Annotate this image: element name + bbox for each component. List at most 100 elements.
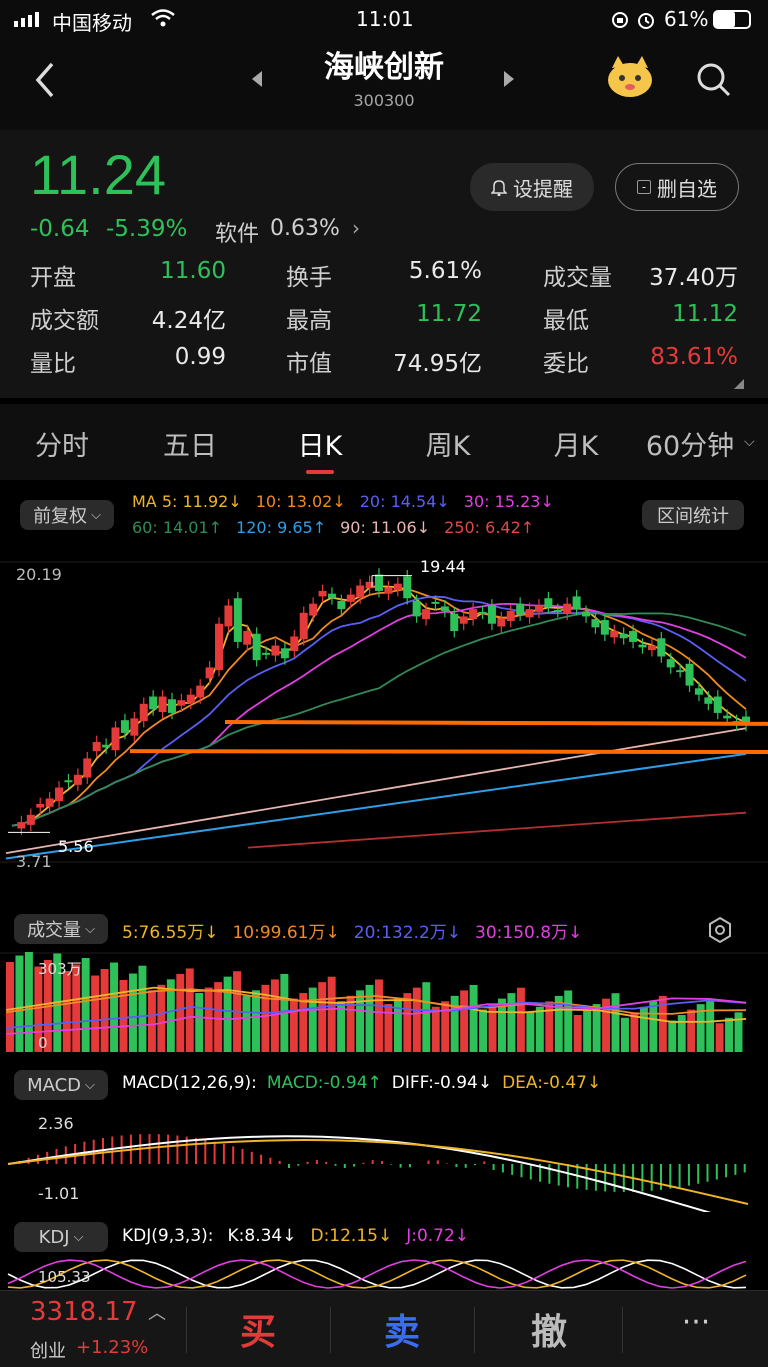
- axis-low-label: 3.71: [16, 852, 52, 871]
- legend-item: 30: 15.23↓: [463, 492, 554, 511]
- ma-line: [11, 612, 747, 827]
- divider: [622, 1307, 623, 1353]
- volume-dropdown[interactable]: 成交量 ⌵: [14, 914, 108, 944]
- candle-body: [196, 685, 205, 698]
- legend-item: KDJ(9,3,3):: [122, 1226, 214, 1246]
- stat-value: 4.24亿: [151, 308, 226, 334]
- volume-plot[interactable]: [0, 952, 768, 1058]
- volume-bar: [147, 990, 156, 1052]
- chevron-down-icon[interactable]: ⌵: [744, 434, 755, 450]
- volume-bar: [100, 969, 109, 1052]
- adjust-dropdown[interactable]: 前复权 ⌵: [20, 500, 114, 530]
- volume-bar: [649, 1001, 658, 1052]
- mascot-icon[interactable]: [604, 54, 656, 100]
- candle-body: [290, 636, 299, 652]
- tab-5[interactable]: 60分钟: [630, 424, 750, 463]
- kdj-axis-top: 105.33: [38, 1268, 91, 1286]
- bell-icon: [491, 180, 507, 196]
- macd-plot[interactable]: [0, 1106, 768, 1212]
- kdj-line: [7, 1259, 747, 1289]
- legend-item: DIFF:-0.94↓: [391, 1073, 493, 1093]
- tab-4[interactable]: 月K: [516, 424, 636, 463]
- candle-body: [262, 652, 271, 655]
- kline-chart: 前复权 ⌵ MA 5: 11.92↓ 10: 13.02↓ 20: 14.54↓ 30:…: [0, 482, 768, 902]
- candle-body: [139, 703, 148, 722]
- search-icon[interactable]: [694, 60, 734, 100]
- set-alert-button[interactable]: 设提醒: [470, 163, 594, 211]
- tab-3[interactable]: 周K: [388, 424, 508, 463]
- volume-bar: [157, 984, 166, 1052]
- volume-bar: [375, 979, 383, 1052]
- candle-body: [487, 605, 496, 624]
- buy-button[interactable]: 买: [188, 1303, 328, 1355]
- candle-body: [553, 610, 562, 613]
- volume-bar: [611, 993, 620, 1052]
- volume-bar: [214, 982, 223, 1052]
- volume-bar: [441, 1001, 450, 1052]
- sector-percent[interactable]: 0.63%: [270, 216, 340, 241]
- kdj-dropdown[interactable]: KDJ ⌵: [14, 1222, 108, 1252]
- candle-body: [713, 696, 722, 713]
- range-stats-button[interactable]: 区间统计: [642, 500, 744, 530]
- more-button[interactable]: ···: [624, 1305, 768, 1340]
- kdj-line: [7, 1259, 747, 1289]
- volume-bar: [715, 1023, 724, 1052]
- candle-body: [450, 613, 459, 631]
- chevron-left-icon[interactable]: [32, 60, 58, 100]
- remove-watchlist-button[interactable]: - 删自选: [615, 163, 739, 211]
- kdj-label: KDJ: [38, 1226, 70, 1248]
- macd-dropdown[interactable]: MACD ⌵: [14, 1070, 108, 1100]
- stat-value: 11.60: [160, 258, 226, 284]
- volume-bar: [516, 987, 525, 1052]
- volume-bar: [6, 962, 14, 1052]
- price-change-percent: -5.39%: [106, 216, 188, 242]
- candle-body: [318, 590, 327, 597]
- expand-corner-icon[interactable]: [734, 379, 744, 389]
- candle-body: [534, 605, 543, 612]
- signal-icon: [14, 12, 39, 27]
- sector-name[interactable]: 软件: [215, 216, 259, 248]
- candle-body: [271, 645, 280, 656]
- candle-body: [327, 593, 336, 599]
- volume-bar: [24, 952, 33, 1052]
- gear-icon[interactable]: [706, 916, 734, 944]
- trough-label: 5.56: [58, 837, 94, 856]
- candle-body: [600, 620, 609, 635]
- tab-2[interactable]: 日K: [260, 424, 380, 463]
- volume-bar: [583, 1009, 592, 1052]
- cancel-order-button[interactable]: 撤: [476, 1303, 622, 1355]
- next-stock-icon[interactable]: [502, 70, 516, 88]
- legend-item: MA 5: 11.92↓: [132, 492, 242, 511]
- legend-item: MACD(12,26,9):: [122, 1073, 257, 1093]
- volume-panel: 成交量 ⌵ 5:76.55万↓ 10:99.61万↓ 20:132.2万↓ 30:150…: [0, 904, 768, 1064]
- volume-bar: [687, 1009, 696, 1052]
- tab-0[interactable]: 分时: [2, 424, 122, 463]
- candle-body: [233, 598, 242, 642]
- tab-1[interactable]: 五日: [130, 424, 250, 463]
- ma-legend-row1: MA 5: 11.92↓ 10: 13.02↓ 20: 14.54↓ 30: 15.2…: [132, 492, 554, 511]
- candle-body: [337, 600, 346, 610]
- chevron-right-icon[interactable]: ›: [352, 216, 360, 240]
- previous-stock-icon[interactable]: [250, 70, 264, 88]
- legend-item: DEA:-0.47↓: [502, 1073, 602, 1093]
- period-tabs: 分时 五日 日K 周K 月K 60分钟 ⌵: [0, 404, 768, 480]
- bottom-action-bar: 3318.17 ︿ 创业 +1.23% 买 卖 撤 ···: [0, 1290, 768, 1367]
- index-ticker[interactable]: 3318.17 ︿ 创业 +1.23%: [0, 1291, 185, 1367]
- volume-bar: [725, 1017, 734, 1052]
- volume-bar: [195, 993, 204, 1052]
- candle-body: [563, 603, 572, 614]
- index-value: 3318.17: [30, 1297, 138, 1327]
- volume-bar: [573, 1015, 582, 1052]
- volume-bar: [327, 976, 336, 1052]
- divider: [186, 1307, 187, 1353]
- volume-bar: [535, 1006, 544, 1052]
- kline-plot[interactable]: [0, 542, 768, 902]
- sell-button[interactable]: 卖: [332, 1303, 472, 1355]
- dea-line: [7, 1139, 749, 1205]
- legend-item: 90: 11.06↓: [340, 518, 431, 537]
- adjust-label: 前复权: [33, 506, 88, 527]
- stat-label: 最低: [543, 308, 589, 334]
- candle-body: [205, 667, 214, 679]
- candle-body: [497, 618, 506, 627]
- kdj-plot[interactable]: [0, 1258, 768, 1290]
